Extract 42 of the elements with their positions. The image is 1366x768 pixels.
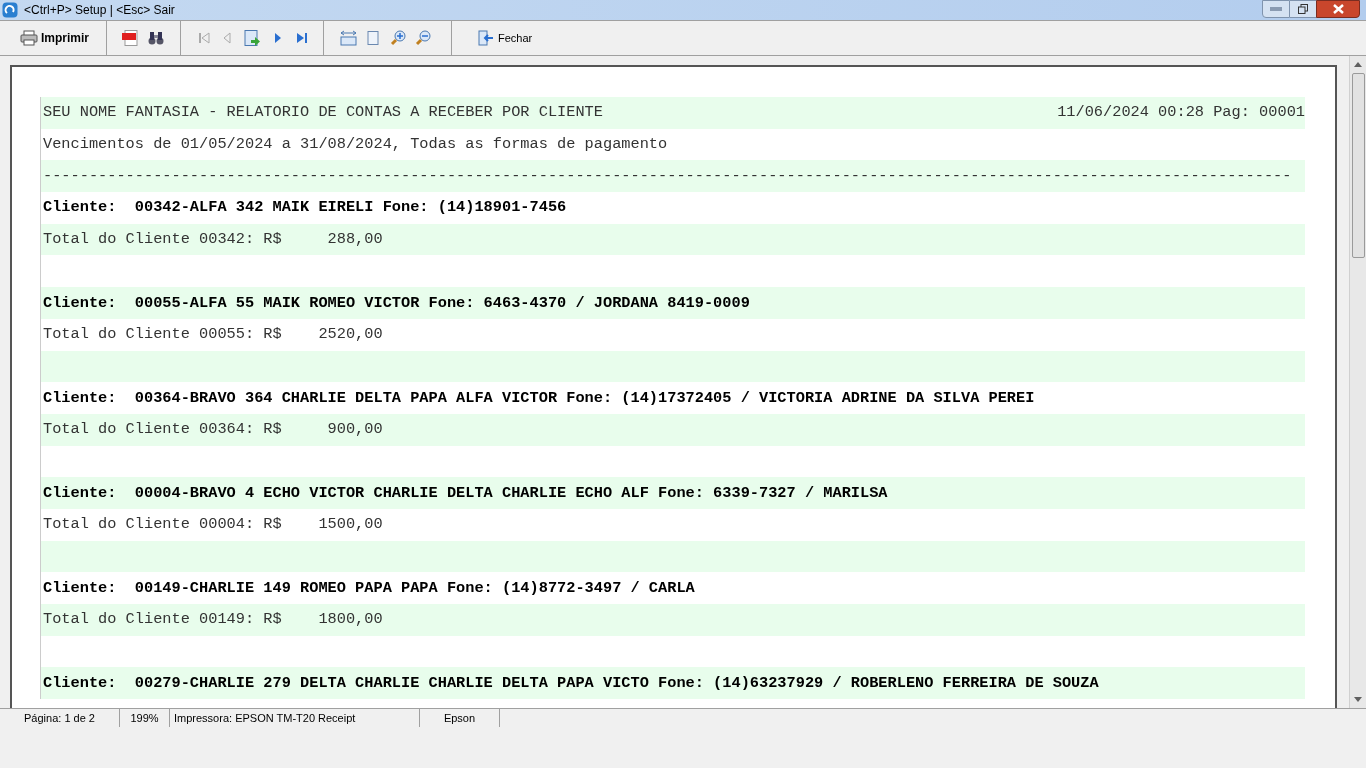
page-width-icon[interactable] xyxy=(340,29,357,47)
minimize-icon xyxy=(1270,7,1282,11)
client-line: Cliente: 00364-BRAVO 364 CHARLIE DELTA PAPA ALFA VICTOR Fone: (14)17372405 / VICTORIA ADRINE DA SILVA PEREI xyxy=(43,387,1035,409)
status-panel: 199% xyxy=(120,709,170,727)
pdf-icon[interactable] xyxy=(122,30,138,46)
report-line: Total do Cliente 00342: R$ 288,00 xyxy=(43,229,383,251)
status-panel: Impressora: EPSON TM-T20 Receipt xyxy=(170,709,420,727)
zoom-in-icon[interactable] xyxy=(390,30,406,46)
close-button[interactable] xyxy=(1316,0,1360,18)
client-line: Cliente: 00342-ALFA 342 MAIK EIRELI Fone: (14)18901-7456 xyxy=(43,197,567,219)
client-line: Cliente: 00055-ALFA 55 MAIK ROMEO VICTOR Fone: 6463-4370 / JORDANA 8419-0009 xyxy=(43,292,750,314)
app-icon xyxy=(2,2,18,18)
close-icon xyxy=(1332,4,1344,14)
client-line: Cliente: 00149-CHARLIE 149 ROMEO PAPA PAPA Fone: (14)8772-3497 / CARLA xyxy=(43,577,695,599)
report-line: Vencimentos de 01/05/2024 a 31/08/2024, Todas as formas de pagamento xyxy=(43,134,668,156)
report-line: ---------------------------------------------------------------------------------------------------------------------------------------- xyxy=(43,165,1292,187)
binoculars-icon[interactable] xyxy=(148,30,164,46)
page-icon[interactable] xyxy=(367,31,379,45)
next-page-icon[interactable] xyxy=(273,31,283,45)
exit-door-icon xyxy=(478,30,494,46)
window-title: <Ctrl+P> Setup | <Esc> Sair xyxy=(24,2,175,19)
restore-button[interactable] xyxy=(1290,0,1316,18)
report-line: Total do Cliente 00055: R$ 2520,00 xyxy=(43,324,383,346)
status-panel: Epson xyxy=(420,709,500,727)
report-line: Total do Cliente 00004: R$ 1500,00 xyxy=(43,514,383,536)
client-line: Cliente: 00004-BRAVO 4 ECHO VICTOR CHARLIE DELTA CHARLIE ECHO ALF Fone: 6339-7327 / MARILSA xyxy=(43,482,888,504)
export-icon[interactable] xyxy=(244,29,261,47)
client-line: Cliente: 00279-CHARLIE 279 DELTA CHARLIE CHARLIE DELTA PAPA VICTO Fone: (14)63237929 / ROBERLENO FERREIRA DE SOUZA xyxy=(43,672,1099,694)
printer-icon xyxy=(20,30,38,46)
zoom-out-icon[interactable] xyxy=(415,30,431,46)
report-line: Total do Cliente 00149: R$ 1800,00 xyxy=(43,609,383,631)
first-page-icon[interactable] xyxy=(197,31,211,45)
report-date: 11/06/2024 00:28 Pag: 00001 xyxy=(1057,102,1305,124)
report-line: Total do Cliente 00364: R$ 900,00 xyxy=(43,419,383,441)
report-title: SEU NOME FANTASIA - RELATORIO DE CONTAS A RECEBER POR CLIENTE xyxy=(43,102,603,124)
print-button[interactable]: Imprimir xyxy=(18,23,91,53)
last-page-icon[interactable] xyxy=(295,31,309,45)
status-panel: Página: 1 de 2 xyxy=(0,709,120,727)
scrollbar[interactable] xyxy=(1349,56,1366,708)
scroll-thumb[interactable] xyxy=(1351,73,1365,258)
close-report-button[interactable]: Fechar xyxy=(476,23,535,53)
restore-icon xyxy=(1298,4,1308,14)
